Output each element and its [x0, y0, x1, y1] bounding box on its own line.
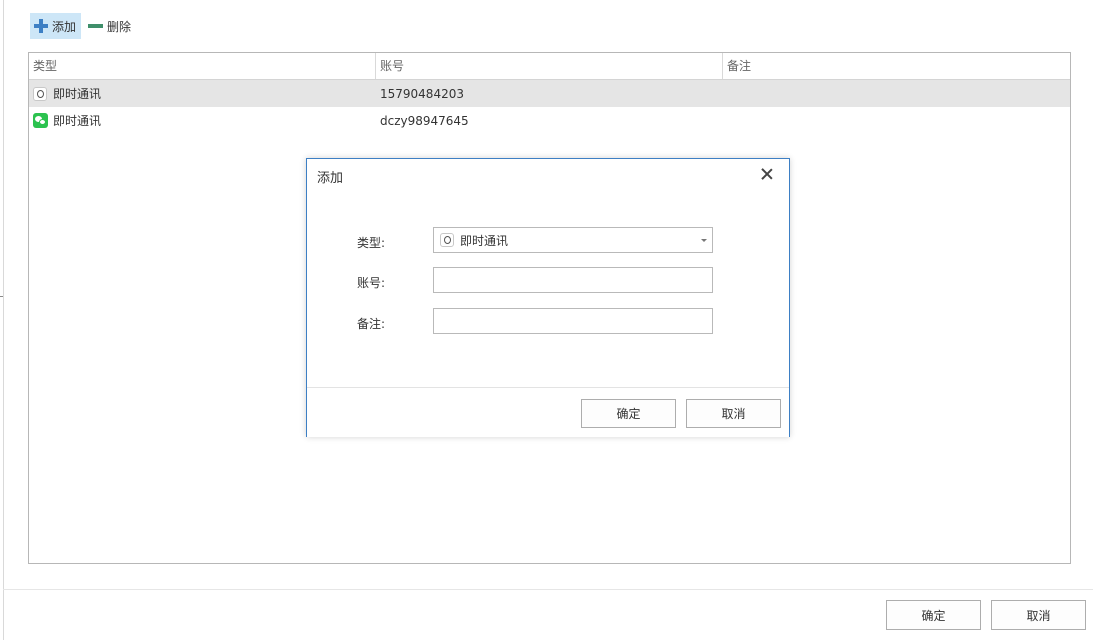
dialog-title: 添加	[317, 171, 344, 186]
add-button[interactable]: 添加	[30, 13, 82, 39]
grid-header: 类型 账号 备注	[29, 53, 1070, 80]
cancel-button[interactable]: 取消	[991, 600, 1086, 630]
cell-account: 15790484203	[380, 86, 464, 101]
ok-button[interactable]: 确定	[886, 600, 981, 630]
window-left-edge	[0, 0, 4, 640]
add-button-label: 添加	[52, 19, 77, 34]
page-divider	[3, 589, 1093, 590]
column-header-account[interactable]: 账号	[376, 53, 723, 79]
cell-type-label: 即时通讯	[53, 87, 102, 101]
table-row[interactable]: 即时通讯 dczy98947645	[29, 107, 1070, 134]
wechat-icon	[33, 113, 48, 128]
plus-icon	[34, 19, 48, 33]
account-input[interactable]	[433, 267, 713, 293]
column-header-type[interactable]: 类型	[29, 53, 376, 79]
type-label: 类型:	[357, 236, 386, 250]
toolbar: 添加 删除	[30, 13, 139, 39]
table-row[interactable]: 即时通讯 15790484203	[29, 80, 1070, 107]
type-select-value: 即时通讯	[460, 233, 509, 248]
cell-type: 即时通讯	[29, 112, 376, 129]
account-label: 账号:	[357, 276, 386, 290]
cell-type: 即时通讯	[29, 85, 376, 102]
delete-button[interactable]: 删除	[84, 13, 136, 39]
left-edge-mark	[0, 296, 3, 297]
add-dialog: 添加 类型: 即时通讯 账号: 备注: 确定 取消	[306, 158, 790, 437]
note-label: 备注:	[357, 317, 386, 331]
cell-account: dczy98947645	[380, 113, 469, 128]
qq-icon	[33, 86, 47, 101]
dialog-footer: 确定 取消	[307, 387, 789, 437]
cell-type-label: 即时通讯	[53, 114, 102, 128]
type-select[interactable]: 即时通讯	[433, 227, 713, 253]
close-icon[interactable]	[761, 168, 773, 180]
column-header-note[interactable]: 备注	[723, 53, 1070, 79]
note-input[interactable]	[433, 308, 713, 334]
dialog-ok-button[interactable]: 确定	[581, 399, 676, 428]
delete-button-label: 删除	[107, 19, 132, 34]
minus-icon	[88, 24, 104, 28]
chevron-down-icon	[701, 239, 707, 242]
dialog-cancel-button[interactable]: 取消	[686, 399, 781, 428]
qq-icon	[440, 233, 454, 247]
